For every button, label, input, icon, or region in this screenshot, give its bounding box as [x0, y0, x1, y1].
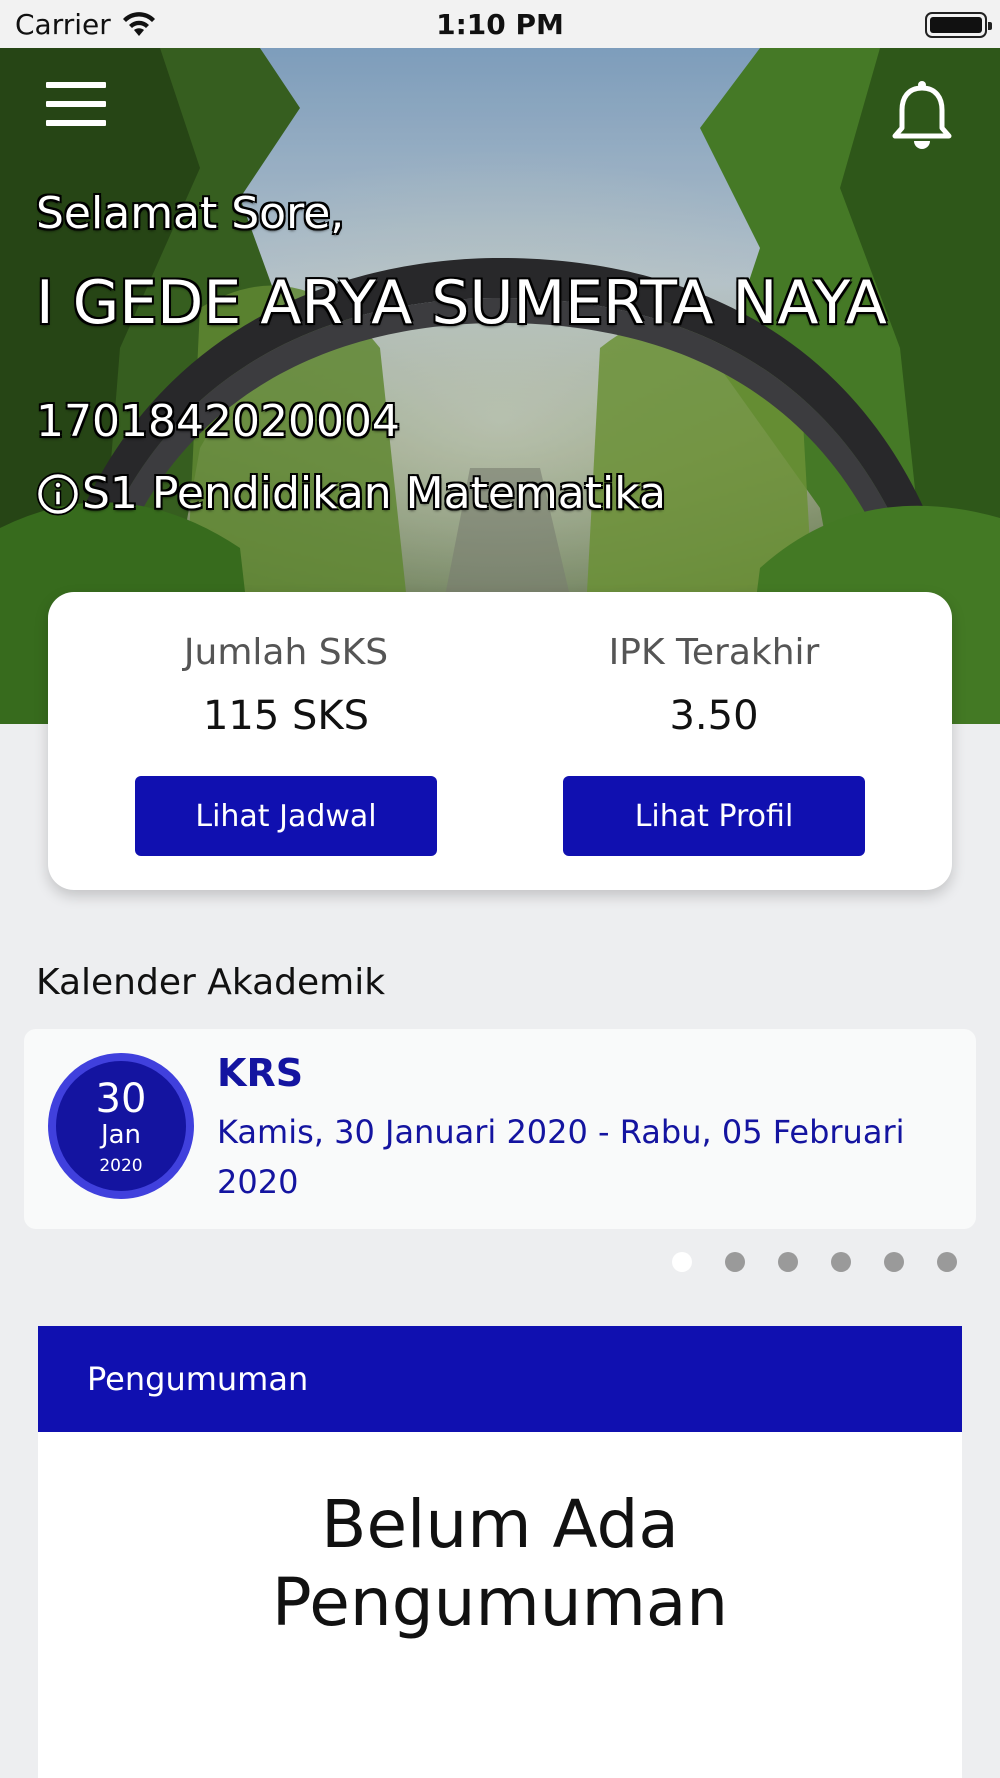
credits-value: 115 SKS — [202, 693, 370, 739]
event-month: Jan — [100, 1120, 142, 1150]
view-schedule-button[interactable]: Lihat Jadwal — [135, 776, 437, 856]
gpa-label: IPK Terakhir — [608, 632, 820, 673]
event-year: 2020 — [99, 1156, 143, 1176]
calendar-event-card[interactable]: 30 Jan 2020 KRS Kamis, 30 Januari 2020 -… — [24, 1029, 976, 1229]
view-profile-button[interactable]: Lihat Profil — [563, 776, 865, 856]
credits-stat: Jumlah SKS 115 SKS — [135, 632, 437, 739]
carousel-dot[interactable] — [937, 1252, 957, 1272]
gpa-value: 3.50 — [669, 693, 759, 739]
event-date-badge: 30 Jan 2020 — [48, 1053, 194, 1199]
program-label: S1 Pendidikan Matematika — [82, 468, 666, 519]
carousel-dot[interactable] — [725, 1252, 745, 1272]
event-title: KRS — [217, 1051, 304, 1095]
info-icon — [36, 472, 80, 515]
carousel-pagination[interactable] — [672, 1252, 990, 1272]
announcement-empty-message: Belum Ada Pengumuman — [271, 1486, 729, 1641]
event-day: 30 — [95, 1076, 147, 1122]
stats-card: Jumlah SKS 115 SKS IPK Terakhir 3.50 Lih… — [48, 592, 952, 890]
battery-icon — [925, 12, 992, 38]
calendar-section-title: Kalender Akademik — [36, 962, 386, 1003]
carousel-dot[interactable] — [884, 1252, 904, 1272]
student-id: 1701842020004 — [36, 396, 400, 447]
event-date-range: Kamis, 30 Januari 2020 - Rabu, 05 Februa… — [217, 1113, 905, 1201]
carousel-dot[interactable] — [778, 1252, 798, 1272]
greeting: Selamat Sore, — [36, 188, 345, 239]
bell-icon[interactable] — [890, 80, 954, 150]
carousel-dot[interactable] — [831, 1252, 851, 1272]
carousel-dot[interactable] — [672, 1252, 692, 1272]
announcement-header: Pengumuman — [38, 1326, 962, 1432]
gpa-stat: IPK Terakhir 3.50 — [563, 632, 865, 739]
status-bar: Carrier 1:10 PM — [0, 0, 1000, 48]
clock: 1:10 PM — [436, 8, 564, 41]
student-name: I GEDE ARYA SUMERTA NAYA — [36, 268, 887, 338]
menu-icon[interactable] — [46, 82, 106, 126]
announcement-panel: Pengumuman Belum Ada Pengumuman — [38, 1326, 962, 1778]
study-program: S1 Pendidikan Matematika — [36, 468, 666, 519]
credits-label: Jumlah SKS — [183, 632, 389, 673]
